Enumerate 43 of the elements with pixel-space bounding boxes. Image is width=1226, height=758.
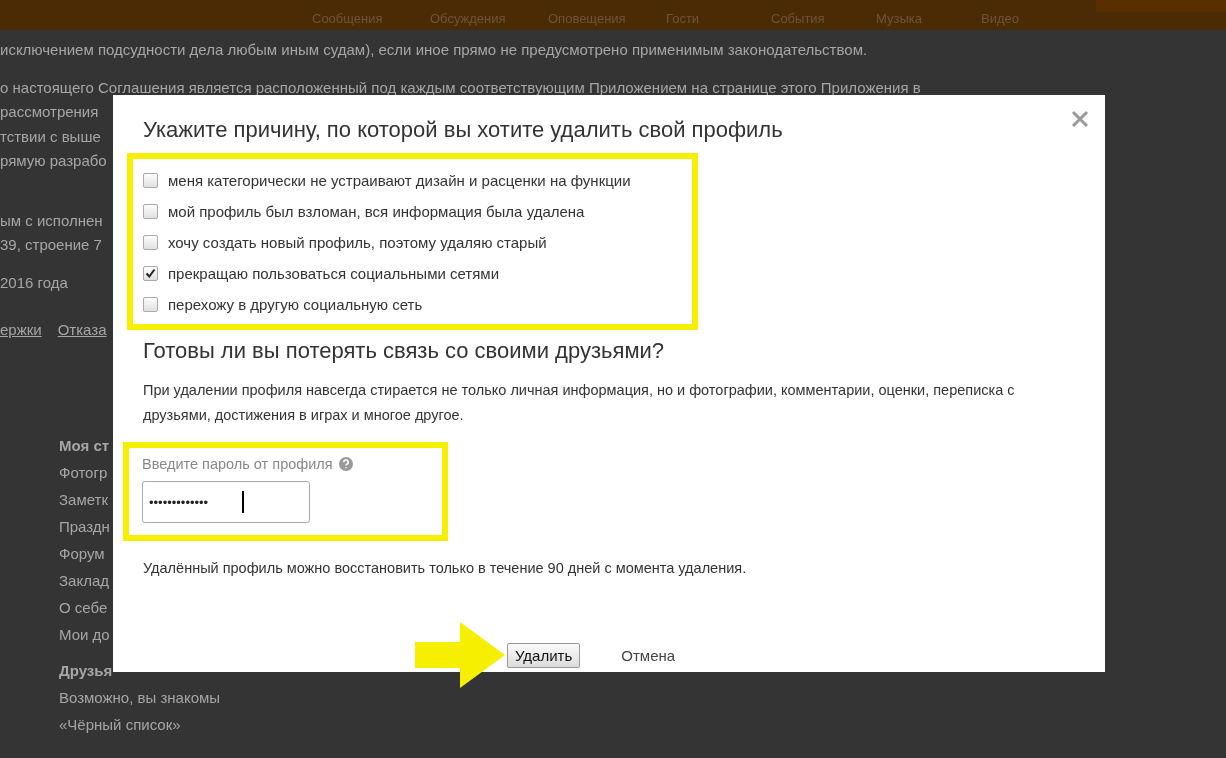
field-label: Введите пароль от профиля: [142, 456, 333, 472]
dialog-title: Укажите причину, по которой вы хотите удалить свой профиль: [143, 117, 784, 143]
section-heading: Готовы ли вы потерять связь со своими друзьями?: [143, 338, 666, 364]
page-text: исключением подсудности дела любым иным судам), если иное прямо не предусмотрено применимым законодательством.: [0, 40, 868, 60]
checkbox-label[interactable]: перехожу в другую социальную сеть: [168, 296, 423, 313]
checkbox-label[interactable]: хочу создать новый профиль, поэтому удаляю старый: [168, 234, 547, 251]
menu-heading: Друзья: [59, 661, 113, 681]
note-text: Удалённый профиль можно восстановить только в течение 90 дней с момента удаления.: [143, 560, 748, 576]
checkbox[interactable]: [143, 173, 158, 188]
menu-item[interactable]: «Чёрный список»: [59, 711, 181, 738]
checkbox[interactable]: [143, 266, 158, 281]
arrow-icon: [412, 620, 507, 690]
checkbox[interactable]: [143, 297, 158, 312]
checkbox[interactable]: [143, 204, 158, 219]
cancel-link[interactable]: Отмена: [621, 646, 676, 664]
page-text: о настоящего Соглашения является расположенный под каждым соответствующим Приложением на странице этого Приложения в: [0, 77, 921, 98]
checkbox[interactable]: [143, 235, 158, 250]
menu-item[interactable]: Заметк: [59, 486, 108, 513]
menu-item[interactable]: О себе: [59, 594, 108, 621]
close-icon[interactable]: [1070, 109, 1090, 129]
page-text: рямую разрабо: [0, 151, 107, 171]
help-icon[interactable]: [338, 457, 353, 471]
menu-item[interactable]: Заклад: [59, 567, 109, 594]
page-text: 2016 года: [0, 272, 68, 293]
checkbox-label[interactable]: прекращаю пользоваться социальными сетями: [168, 265, 500, 282]
page-text: 39, строение 7: [0, 235, 102, 255]
checkbox-label[interactable]: меня категорически не устраивают дизайн и расценки на функции: [168, 172, 631, 189]
menu-heading: Моя ст: [59, 436, 110, 456]
page-text: тствии с выше: [0, 126, 101, 147]
password-field[interactable]: •••••••••••••: [142, 481, 310, 523]
menu-item[interactable]: Праздн: [59, 513, 110, 540]
page-text: ым с исполнен: [0, 210, 103, 231]
checkbox-label[interactable]: мой профиль был взломан, вся информация была удалена: [168, 203, 585, 220]
menu-item[interactable]: Возможно, вы знакомы: [59, 684, 221, 711]
page-text: рассмотрения: [0, 102, 99, 122]
menu-item[interactable]: Мои до: [59, 621, 110, 648]
delete-button[interactable]: Удалить: [507, 642, 581, 668]
description-text: При удалении профиля навсегда стирается не только личная информация, но и фотографии, комментарии, оценки, переписка с друзьями, достижения в играх и многое другое.: [143, 381, 1016, 425]
footer-link[interactable]: Отказа: [57, 321, 107, 338]
footer-link[interactable]: ержки: [0, 321, 42, 338]
menu-item[interactable]: Форум: [59, 540, 105, 567]
menu-item[interactable]: Фотогр: [59, 459, 108, 486]
text-cursor-icon: [242, 491, 244, 513]
